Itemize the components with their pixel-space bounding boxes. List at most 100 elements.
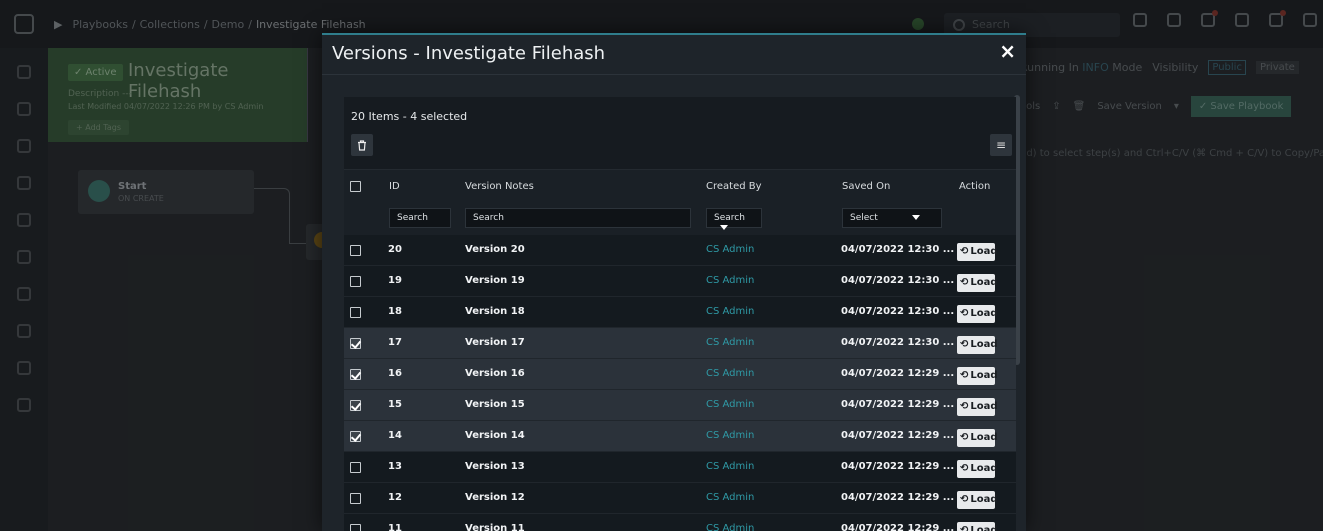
caret-down-icon	[911, 215, 920, 220]
load-label: Load	[970, 277, 998, 288]
reload-icon: ⟲	[960, 525, 969, 531]
select-all-checkbox[interactable]	[350, 181, 361, 192]
row-checkbox[interactable]	[350, 369, 361, 380]
version-notes: Version 17	[465, 337, 525, 348]
version-id: 18	[388, 306, 402, 317]
created-by-filter-placeholder: Search	[714, 213, 745, 223]
load-label: Load	[970, 370, 998, 381]
load-label: Load	[970, 494, 998, 505]
reload-icon: ⟲	[960, 308, 969, 319]
table-row[interactable]: 13 Version 13 CS Admin 04/07/2022 12:29 ...…	[344, 452, 1016, 483]
load-label: Load	[970, 246, 998, 257]
row-checkbox[interactable]	[350, 338, 361, 349]
load-version-button[interactable]: ⟲ Load	[957, 460, 998, 478]
version-id: 19	[388, 275, 402, 286]
column-header-id[interactable]: ID	[389, 181, 400, 192]
version-notes: Version 14	[465, 430, 525, 441]
notes-filter-input[interactable]: Search	[465, 208, 691, 228]
row-checkbox[interactable]	[350, 400, 361, 411]
column-header-saved-on[interactable]: Saved On	[842, 181, 890, 192]
row-checkbox[interactable]	[350, 431, 361, 442]
column-header-notes[interactable]: Version Notes	[465, 181, 534, 192]
caret-down-icon	[720, 225, 728, 230]
versions-grid: 20 Items - 4 selected ≡ ID Version Notes…	[344, 97, 1016, 531]
table-row[interactable]: 18 Version 18 CS Admin 04/07/2022 12:30 ...…	[344, 297, 1016, 328]
version-id: 20	[388, 244, 402, 255]
load-version-button[interactable]: ⟲ Load	[957, 367, 998, 385]
column-menu-button[interactable]: ≡	[990, 134, 1012, 156]
load-label: Load	[970, 308, 998, 319]
modal-header: Versions - Investigate Filehash ×	[322, 35, 1026, 75]
reload-icon: ⟲	[960, 401, 969, 412]
load-label: Load	[970, 432, 998, 443]
close-icon[interactable]: ×	[999, 39, 1016, 63]
row-checkbox[interactable]	[350, 524, 361, 531]
created-by-link[interactable]: CS Admin	[706, 461, 754, 472]
created-by-link[interactable]: CS Admin	[706, 337, 754, 348]
load-version-button[interactable]: ⟲ Load	[957, 336, 998, 354]
load-version-button[interactable]: ⟲ Load	[957, 274, 998, 292]
saved-on-filter-placeholder: Select	[850, 213, 878, 223]
load-version-button[interactable]: ⟲ Load	[957, 429, 998, 447]
load-version-button[interactable]: ⟲ Load	[957, 491, 998, 509]
version-id: 15	[388, 399, 402, 410]
versions-modal: Versions - Investigate Filehash × 20 Ite…	[322, 33, 1026, 531]
column-header-created-by[interactable]: Created By	[706, 181, 762, 192]
saved-on-value: 04/07/2022 12:29 ...	[841, 461, 955, 472]
created-by-link[interactable]: CS Admin	[706, 399, 754, 410]
menu-icon: ≡	[995, 138, 1007, 152]
version-id: 12	[388, 492, 402, 503]
load-version-button[interactable]: ⟲ Load	[957, 522, 998, 531]
reload-icon: ⟲	[960, 494, 969, 505]
saved-on-value: 04/07/2022 12:29 ...	[841, 368, 955, 379]
created-by-link[interactable]: CS Admin	[706, 430, 754, 441]
version-id: 14	[388, 430, 402, 441]
created-by-link[interactable]: CS Admin	[706, 275, 754, 286]
table-row[interactable]: 19 Version 19 CS Admin 04/07/2022 12:30 ...…	[344, 266, 1016, 297]
table-row[interactable]: 14 Version 14 CS Admin 04/07/2022 12:29 ...…	[344, 421, 1016, 452]
load-version-button[interactable]: ⟲ Load	[957, 305, 998, 323]
version-notes: Version 12	[465, 492, 525, 503]
table-row[interactable]: 20 Version 20 CS Admin 04/07/2022 12:30 ...…	[344, 235, 1016, 266]
grid-header: ID Version Notes Created By Saved On Act…	[344, 169, 1016, 235]
created-by-link[interactable]: CS Admin	[706, 492, 754, 503]
modal-title: Versions - Investigate Filehash	[332, 43, 606, 64]
row-checkbox[interactable]	[350, 307, 361, 318]
row-checkbox[interactable]	[350, 462, 361, 473]
table-row[interactable]: 16 Version 16 CS Admin 04/07/2022 12:29 ...…	[344, 359, 1016, 390]
saved-on-value: 04/07/2022 12:30 ...	[841, 275, 955, 286]
saved-on-filter-select[interactable]: Select	[842, 208, 942, 228]
reload-icon: ⟲	[960, 246, 969, 257]
column-header-action: Action	[959, 181, 991, 192]
saved-on-value: 04/07/2022 12:30 ...	[841, 244, 955, 255]
table-row[interactable]: 11 Version 11 CS Admin 04/07/2022 12:29 ...…	[344, 514, 1016, 531]
created-by-link[interactable]: CS Admin	[706, 244, 754, 255]
created-by-link[interactable]: CS Admin	[706, 306, 754, 317]
table-row[interactable]: 17 Version 17 CS Admin 04/07/2022 12:30 ...…	[344, 328, 1016, 359]
saved-on-value: 04/07/2022 12:30 ...	[841, 306, 955, 317]
row-checkbox[interactable]	[350, 493, 361, 504]
reload-icon: ⟲	[960, 463, 969, 474]
created-by-link[interactable]: CS Admin	[706, 368, 754, 379]
version-id: 16	[388, 368, 402, 379]
created-by-link[interactable]: CS Admin	[706, 523, 754, 531]
created-by-filter-select[interactable]: Search	[706, 208, 762, 230]
load-label: Load	[970, 339, 998, 350]
load-version-button[interactable]: ⟲ Load	[957, 243, 998, 261]
id-filter-input[interactable]: Search	[389, 208, 451, 228]
saved-on-value: 04/07/2022 12:29 ...	[841, 492, 955, 503]
table-row[interactable]: 12 Version 12 CS Admin 04/07/2022 12:29 ...…	[344, 483, 1016, 514]
delete-selected-button[interactable]	[351, 134, 373, 156]
table-row[interactable]: 15 Version 15 CS Admin 04/07/2022 12:29 ...…	[344, 390, 1016, 421]
load-label: Load	[970, 525, 998, 531]
saved-on-value: 04/07/2022 12:29 ...	[841, 399, 955, 410]
load-version-button[interactable]: ⟲ Load	[957, 398, 998, 416]
version-notes: Version 16	[465, 368, 525, 379]
row-checkbox[interactable]	[350, 245, 361, 256]
row-checkbox[interactable]	[350, 276, 361, 287]
version-notes: Version 11	[465, 523, 525, 531]
version-notes: Version 19	[465, 275, 525, 286]
saved-on-value: 04/07/2022 12:29 ...	[841, 430, 955, 441]
load-label: Load	[970, 463, 998, 474]
saved-on-value: 04/07/2022 12:29 ...	[841, 523, 955, 531]
